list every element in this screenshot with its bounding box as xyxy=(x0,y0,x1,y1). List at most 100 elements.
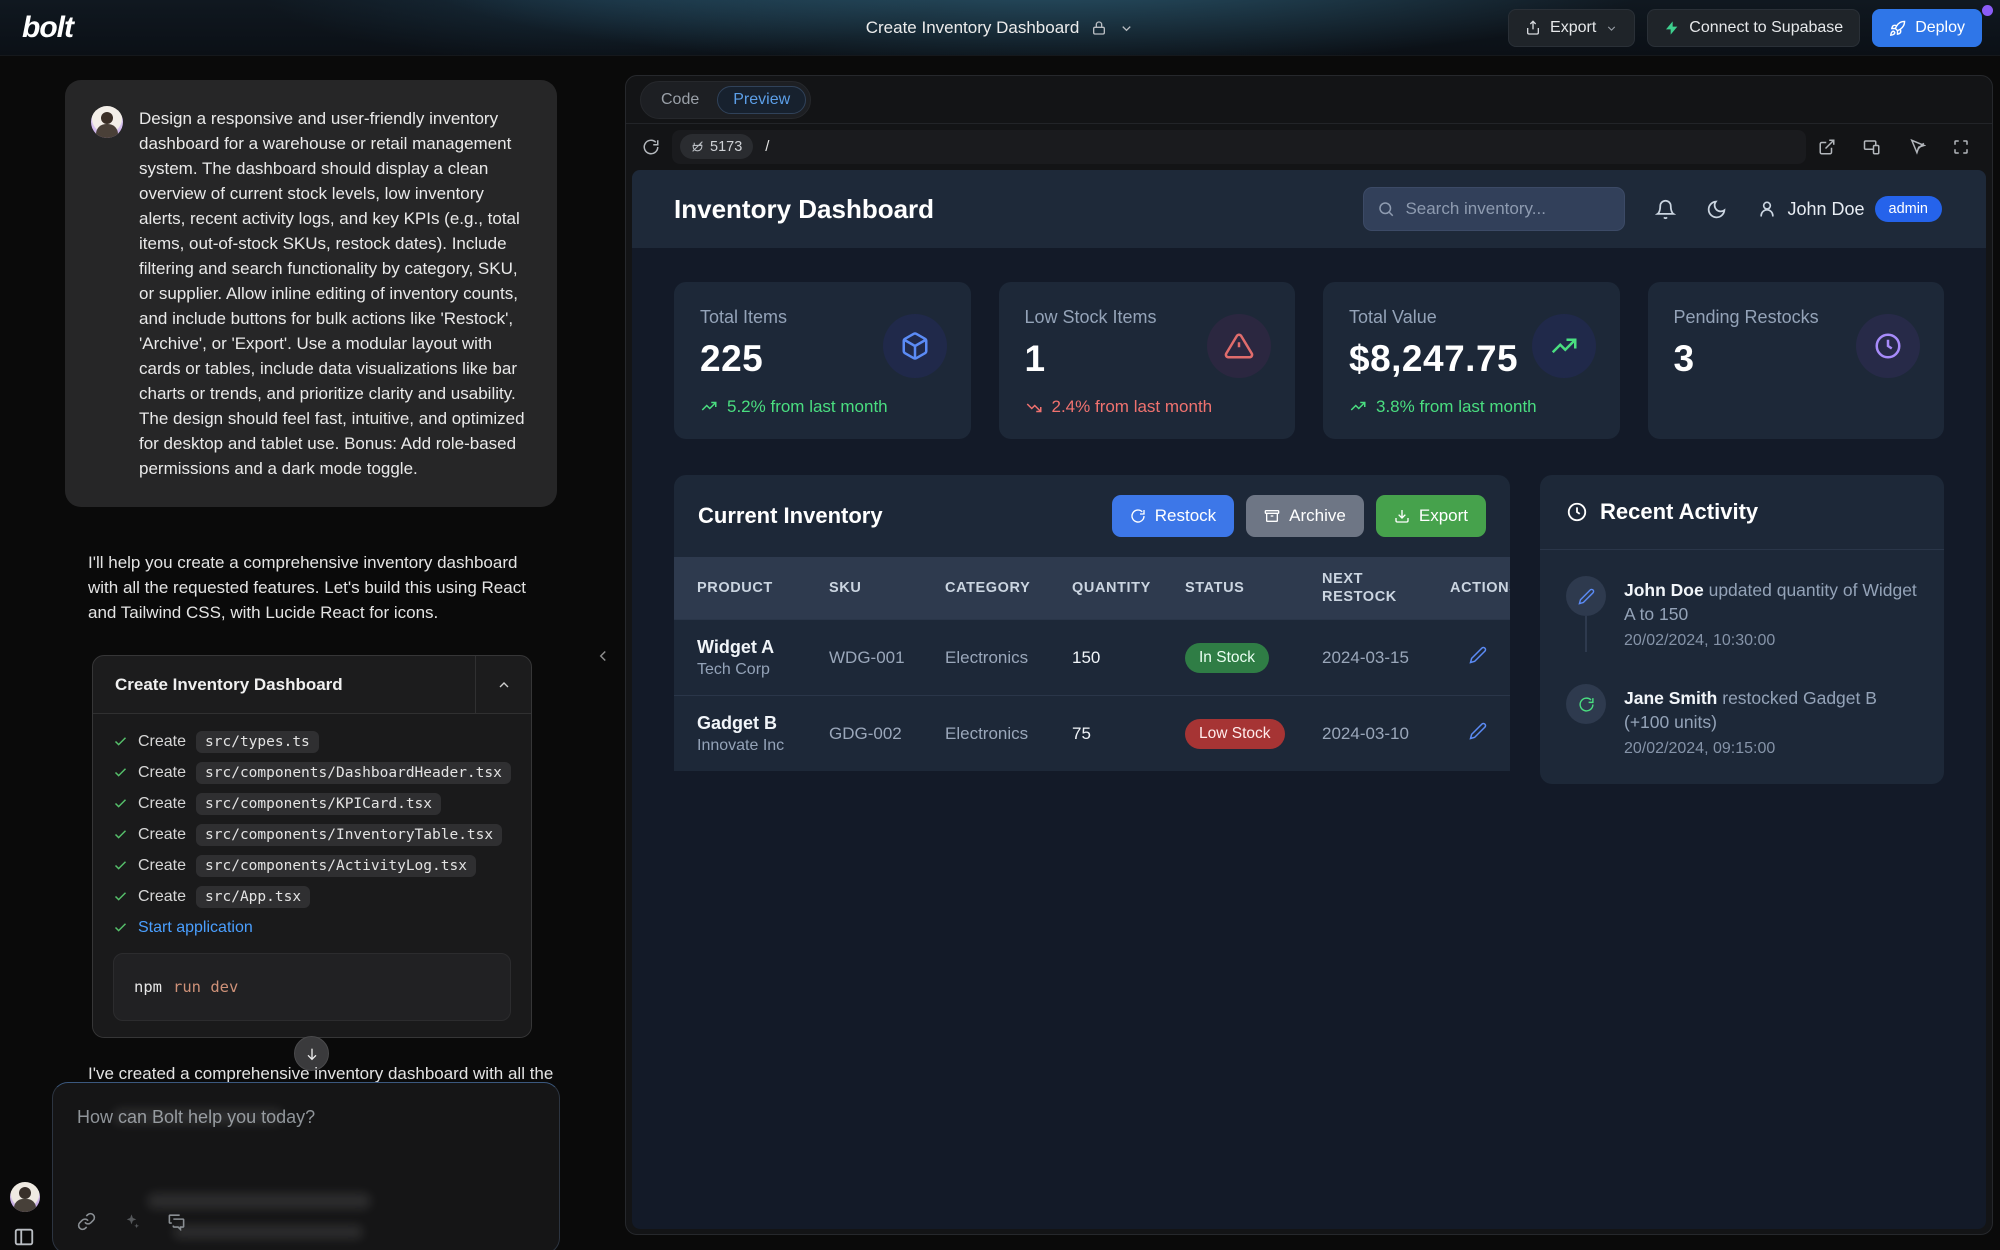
activity-user: Jane Smith xyxy=(1624,688,1717,708)
kpi-total-value: Total Value $8,247.75 3.8% from last mon… xyxy=(1323,282,1620,439)
kpi-trend: 3.8% from last month xyxy=(1349,397,1537,417)
attach-link-icon[interactable] xyxy=(77,1212,96,1231)
artifact-body: Create src/types.ts Create src/component… xyxy=(93,714,531,1037)
user-message-text: Design a responsive and user-friendly in… xyxy=(139,106,531,481)
start-application-link[interactable]: Start application xyxy=(138,919,253,937)
chat-composer xyxy=(52,1082,560,1250)
open-external-icon[interactable] xyxy=(1818,138,1836,156)
restock-refresh-icon xyxy=(1578,696,1595,713)
cell-sku: GDG-002 xyxy=(829,724,945,744)
file-row: Create src/components/InventoryTable.tsx xyxy=(113,819,511,850)
inventory-search-input[interactable] xyxy=(1405,199,1605,219)
file-path[interactable]: src/types.ts xyxy=(196,731,319,753)
archive-icon xyxy=(1264,508,1280,524)
file-path[interactable]: src/components/DashboardHeader.tsx xyxy=(196,762,511,784)
activity-timestamp: 20/02/2024, 10:30:00 xyxy=(1624,632,1918,650)
export-label: Export xyxy=(1419,506,1468,526)
collapse-chat-handle[interactable] xyxy=(588,636,618,676)
activity-timestamp: 20/02/2024, 09:15:00 xyxy=(1624,740,1918,758)
chevron-down-icon[interactable] xyxy=(1119,21,1134,36)
chevron-down-icon xyxy=(1605,22,1618,35)
dashboard-title: Inventory Dashboard xyxy=(674,194,934,225)
export-csv-button[interactable]: Export xyxy=(1376,495,1486,537)
edit-pencil-icon[interactable] xyxy=(1469,722,1487,740)
table-row: Widget A Tech Corp WDG-001 Electronics 1… xyxy=(674,619,1510,695)
account-avatar[interactable] xyxy=(10,1182,40,1212)
activity-user: John Doe xyxy=(1624,580,1704,600)
activity-item: Jane Smith restocked Gadget B (+100 unit… xyxy=(1566,684,1918,758)
clock-icon xyxy=(1873,331,1903,361)
file-action: Create xyxy=(138,764,186,782)
inventory-card-header: Current Inventory Restock Archive xyxy=(674,475,1510,557)
deploy-button[interactable]: Deploy xyxy=(1872,9,1982,47)
edit-pencil-icon[interactable] xyxy=(1469,646,1487,664)
kpi-trend: 5.2% from last month xyxy=(700,397,888,417)
check-icon xyxy=(113,858,128,873)
port-number: 5173 xyxy=(710,139,742,155)
column-category: CATEGORY xyxy=(945,580,1072,596)
kpi-trend: 2.4% from last month xyxy=(1025,397,1213,417)
cell-actions xyxy=(1450,646,1487,669)
file-action: Create xyxy=(138,888,186,906)
archive-button[interactable]: Archive xyxy=(1246,495,1364,537)
assistant-message: I'll help you create a comprehensive inv… xyxy=(88,550,540,625)
bell-icon[interactable] xyxy=(1655,199,1676,220)
file-path[interactable]: src/components/ActivityLog.tsx xyxy=(196,855,476,877)
blurred-suggestion xyxy=(173,1225,363,1239)
tab-preview[interactable]: Preview xyxy=(717,86,806,114)
sidebar-toggle-icon[interactable] xyxy=(13,1226,35,1248)
cell-product: Widget A Tech Corp xyxy=(697,637,829,679)
project-title: Create Inventory Dashboard xyxy=(866,18,1080,38)
file-path[interactable]: src/App.tsx xyxy=(196,886,310,908)
blurred-suggestion xyxy=(113,1109,283,1124)
trend-text: 3.8% from last month xyxy=(1376,397,1537,417)
kpi-icon-circle xyxy=(1856,314,1920,378)
connect-supabase-button[interactable]: Connect to Supabase xyxy=(1647,9,1860,47)
chat-mode-icon[interactable] xyxy=(167,1212,186,1231)
check-icon xyxy=(113,827,128,842)
user-message: Design a responsive and user-friendly in… xyxy=(65,80,557,507)
address-input[interactable]: 5173 / xyxy=(672,130,1806,164)
deploy-label: Deploy xyxy=(1915,19,1965,37)
file-row: Create src/components/ActivityLog.tsx xyxy=(113,850,511,881)
dark-mode-toggle-icon[interactable] xyxy=(1706,199,1727,220)
url-path: / xyxy=(765,138,769,155)
cell-category: Electronics xyxy=(945,648,1072,668)
chevron-up-icon[interactable] xyxy=(475,656,531,714)
trend-text: 5.2% from last month xyxy=(727,397,888,417)
cell-quantity[interactable]: 150 xyxy=(1072,648,1185,668)
user-menu[interactable]: John Doe admin xyxy=(1757,196,1942,222)
file-path[interactable]: src/components/InventoryTable.tsx xyxy=(196,824,502,846)
restock-button[interactable]: Restock xyxy=(1112,495,1234,537)
kpi-icon-circle xyxy=(1532,314,1596,378)
alert-triangle-icon xyxy=(1224,331,1254,361)
product-supplier: Tech Corp xyxy=(697,661,829,679)
composer-toolbar xyxy=(77,1212,186,1231)
inspect-cursor-icon[interactable] xyxy=(1908,138,1926,156)
role-badge: admin xyxy=(1875,196,1943,222)
column-status: STATUS xyxy=(1185,580,1322,596)
tab-code[interactable]: Code xyxy=(645,86,715,114)
cell-next-restock: 2024-03-10 xyxy=(1322,724,1450,744)
cell-quantity[interactable]: 75 xyxy=(1072,724,1185,744)
artifact-header[interactable]: Create Inventory Dashboard xyxy=(93,656,531,714)
fullscreen-icon[interactable] xyxy=(1952,138,1970,156)
command-args: run dev xyxy=(173,978,238,996)
port-badge[interactable]: 5173 xyxy=(680,134,753,159)
restock-label: Restock xyxy=(1155,506,1216,526)
lock-icon xyxy=(1091,20,1107,36)
trend-text: 2.4% from last month xyxy=(1052,397,1213,417)
inventory-search[interactable] xyxy=(1363,187,1625,231)
activity-header: Recent Activity xyxy=(1540,475,1944,549)
topbar: bolt Create Inventory Dashboard Export C… xyxy=(0,0,2000,56)
export-button[interactable]: Export xyxy=(1508,9,1635,47)
enhance-prompt-icon[interactable] xyxy=(122,1212,141,1231)
kpi-icon-circle xyxy=(1207,314,1271,378)
responsive-devices-icon[interactable] xyxy=(1862,138,1882,156)
reload-icon[interactable] xyxy=(642,138,660,156)
cell-product: Gadget B Innovate Inc xyxy=(697,713,829,755)
kpi-row: Total Items 225 5.2% from last month Low… xyxy=(674,282,1944,439)
activity-text-block: John Doe updated quantity of Widget A to… xyxy=(1624,576,1918,650)
file-path[interactable]: src/components/KPICard.tsx xyxy=(196,793,441,815)
download-icon xyxy=(1394,508,1410,524)
